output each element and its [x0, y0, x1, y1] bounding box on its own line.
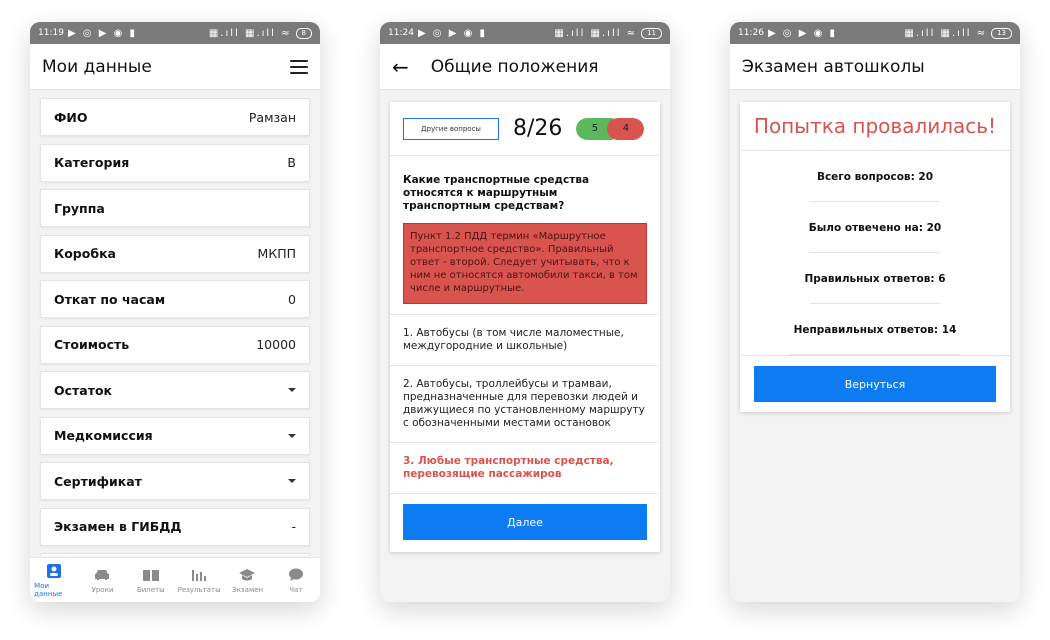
- nav-my-data[interactable]: Мои данные: [34, 563, 74, 598]
- battery-icon: 8: [295, 27, 312, 39]
- row-label: Группа: [54, 200, 105, 216]
- stat-wrong: Неправильных ответов: 14: [740, 304, 1010, 355]
- chevron-down-icon: [288, 433, 296, 438]
- row-label: Сертификат: [54, 473, 142, 489]
- result-title: Попытка провалилась!: [740, 102, 1010, 151]
- row-gibdd-exam: Экзамен в ГИБДД -: [40, 507, 310, 546]
- nav-chat[interactable]: Чат: [276, 567, 316, 594]
- graduation-cap-icon: [238, 567, 256, 583]
- signal-icon: ▦.ıll ▦.ıll ≈: [208, 27, 292, 39]
- notification-icons: ▶ ◎ ▶ ◉ ▮: [67, 27, 137, 39]
- row-value: -: [291, 519, 296, 534]
- row-group: Группа: [40, 189, 310, 227]
- screen-exam-result: 11:26 ▶ ◎ ▶ ◉ ▮ ▦.ıll ▦.ıll ≈13 Экзамен а…: [730, 22, 1020, 602]
- notification-icons: ▶ ◎ ▶ ◉ ▮: [767, 27, 837, 39]
- chevron-down-icon: [288, 479, 296, 483]
- answer-option-1[interactable]: 1. Автобусы (в том числе маломестные, ме…: [390, 314, 660, 365]
- back-wrap: Вернуться: [740, 355, 1010, 412]
- row-medical[interactable]: Медкомиссия: [40, 416, 310, 455]
- status-bar: 11:24 ▶ ◎ ▶ ◉ ▮ ▦.ıll ▦.ıll ≈11: [380, 22, 670, 44]
- question-card: Другие вопросы 8/26 5 4 Какие транспортн…: [390, 102, 660, 552]
- row-fio: ФИО Рамзан: [40, 98, 310, 136]
- menu-icon[interactable]: [290, 59, 308, 74]
- book-icon: [142, 567, 160, 583]
- row-label: ФИО: [54, 109, 88, 125]
- nav-tickets[interactable]: Билеты: [131, 567, 171, 594]
- status-time: 11:19: [38, 28, 64, 38]
- row-label: Коробка: [54, 246, 116, 261]
- row-cost: Стоимость 10000: [40, 325, 310, 364]
- row-value: В: [287, 155, 296, 170]
- row-label: Откат по часам: [54, 291, 166, 307]
- row-gearbox: Коробка МКПП: [40, 234, 310, 273]
- app-bar: Экзамен автошколы: [730, 44, 1020, 90]
- result-card: Попытка провалилась! Всего вопросов: 20 …: [740, 102, 1010, 412]
- row-value: 10000: [256, 337, 296, 352]
- next-button[interactable]: Далее: [403, 504, 647, 540]
- status-time: 11:26: [738, 28, 764, 38]
- screen-question: 11:24 ▶ ◎ ▶ ◉ ▮ ▦.ıll ▦.ıll ≈11 ← Общие п…: [380, 22, 670, 602]
- nav-exam[interactable]: Экзамен: [227, 567, 267, 594]
- row-value: МКПП: [257, 246, 296, 261]
- question-header: Другие вопросы 8/26 5 4: [390, 102, 660, 156]
- nav-label: Результаты: [177, 585, 221, 594]
- row-label: Экзамен в ГИБДД: [54, 519, 182, 534]
- question-counter: 8/26: [513, 116, 563, 141]
- signal-icon: ▦.ıll ▦.ıll ≈: [554, 27, 638, 39]
- row-certificate[interactable]: Сертификат: [40, 462, 310, 500]
- app-bar: ← Общие положения: [380, 44, 670, 90]
- nav-label: Экзамен: [231, 585, 264, 594]
- row-label: Стоимость: [54, 337, 130, 352]
- page-title: Мои данные: [42, 56, 152, 77]
- wrong-count: 4: [607, 117, 645, 140]
- notification-icons: ▶ ◎ ▶ ◉ ▮: [417, 27, 487, 39]
- profile-list: ФИО Рамзан Категория В Группа Коробка МКПП …: [30, 90, 320, 556]
- status-bar: 11:26 ▶ ◎ ▶ ◉ ▮ ▦.ıll ▦.ıll ≈13: [730, 22, 1020, 44]
- nav-results[interactable]: Результаты: [177, 567, 221, 594]
- stat-answered: Было отвечено на: 20: [740, 202, 1010, 253]
- nav-lessons[interactable]: Уроки: [82, 567, 122, 594]
- answer-option-2[interactable]: 2. Автобусы, троллейбусы и трамваи, пред…: [390, 365, 660, 442]
- row-value: 0: [288, 291, 296, 307]
- hint-box: Пункт 1.2 ПДД термин «Маршрутное транспо…: [403, 223, 647, 304]
- app-bar: Мои данные: [30, 44, 320, 90]
- nav-label: Чат: [289, 585, 303, 594]
- row-label: Остаток: [54, 382, 113, 398]
- stat-correct: Правильных ответов: 6: [740, 253, 1010, 304]
- row-category: Категория В: [40, 143, 310, 182]
- battery-icon: 13: [991, 27, 1012, 39]
- profile-icon: [45, 563, 63, 579]
- other-questions-button[interactable]: Другие вопросы: [403, 117, 499, 140]
- arrow-back-icon[interactable]: ←: [392, 57, 409, 77]
- row-balance[interactable]: Остаток: [40, 371, 310, 409]
- nav-label: Мои данные: [34, 581, 63, 598]
- page-title: Общие положения: [430, 56, 599, 77]
- screen-my-data: 11:19 ▶ ◎ ▶ ◉ ▮ ▦.ıll ▦.ıll ≈8 Мои данные…: [30, 22, 320, 602]
- chat-icon: [287, 567, 305, 583]
- bar-chart-icon: [190, 567, 208, 583]
- return-button[interactable]: Вернуться: [754, 366, 996, 402]
- battery-icon: 11: [641, 27, 662, 39]
- row-hours: Откат по часам 0: [40, 280, 310, 318]
- status-bar: 11:19 ▶ ◎ ▶ ◉ ▮ ▦.ıll ▦.ıll ≈8: [30, 22, 320, 44]
- nav-label: Билеты: [136, 585, 165, 594]
- row-partial: [40, 553, 310, 556]
- bottom-nav: Мои данные Уроки Билеты Результаты Экзам…: [30, 557, 320, 602]
- status-time: 11:24: [388, 28, 414, 38]
- car-icon: [93, 567, 111, 583]
- score-pill: 5 4: [576, 117, 645, 140]
- row-label: Категория: [54, 155, 130, 170]
- next-wrap: Далее: [390, 493, 660, 552]
- answer-option-3[interactable]: 3. Любые транспортные средства, перевозя…: [390, 442, 660, 493]
- chevron-down-icon: [288, 388, 296, 392]
- page-title: Экзамен автошколы: [742, 56, 925, 77]
- row-value: Рамзан: [248, 109, 296, 125]
- row-label: Медкомиссия: [54, 428, 153, 443]
- nav-label: Уроки: [91, 585, 114, 594]
- signal-icon: ▦.ıll ▦.ıll ≈: [904, 27, 988, 39]
- question-text: Какие транспортные средства относятся к …: [403, 174, 590, 212]
- stat-total: Всего вопросов: 20: [740, 151, 1010, 202]
